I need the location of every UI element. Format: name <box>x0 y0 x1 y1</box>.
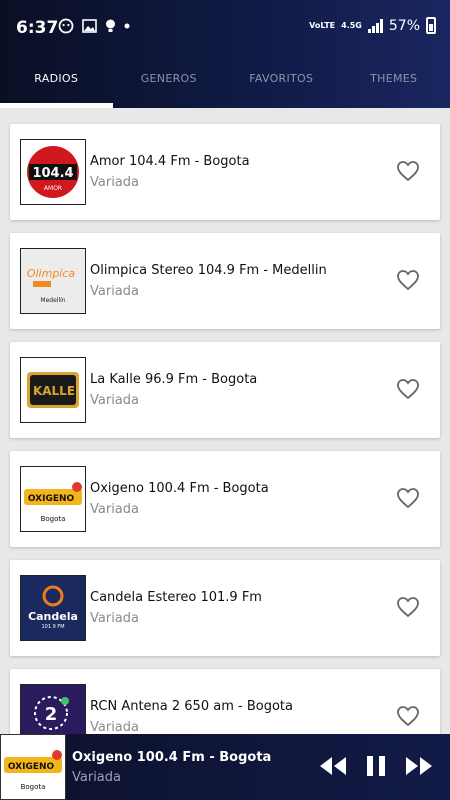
tab-bar: RADIOS GENEROS FAVORITOS THEMES <box>0 62 450 108</box>
now-playing-bar[interactable]: OXIGENO Bogota Oxigeno 100.4 Fm - Bogota… <box>0 734 450 800</box>
face-icon <box>58 18 74 34</box>
fast-forward-icon[interactable] <box>404 754 434 778</box>
station-card[interactable]: OXIGENO Bogota Oxigeno 100.4 Fm - Bogota… <box>10 451 440 547</box>
battery-percent: 57% <box>388 17 420 34</box>
station-card[interactable]: Candela 101.9 FM Candela Estereo 101.9 F… <box>10 560 440 656</box>
tab-themes[interactable]: THEMES <box>338 62 450 108</box>
station-card[interactable]: KALLE La Kalle 96.9 Fm - Bogota Variada <box>10 342 440 438</box>
station-logo-lakalle: KALLE <box>20 357 86 423</box>
logo-subtext: 101.9 FM <box>41 624 64 630</box>
logo-text: 104.4 <box>32 166 73 181</box>
station-logo-amor: 104.4 AMOR <box>20 139 86 205</box>
app-header: 6:37 VoLTE 4.5G 57% RADIOS GENEROS FAVOR… <box>0 0 450 108</box>
logo-text: Olimpica <box>27 267 76 280</box>
station-card[interactable]: Olimpica Medellín Olimpica Stereo 104.9 … <box>10 233 440 329</box>
station-card[interactable]: 104.4 AMOR Amor 104.4 Fm - Bogota Variad… <box>10 124 440 220</box>
now-playing-logo: OXIGENO Bogota <box>0 734 66 800</box>
bulb-icon <box>106 19 115 32</box>
now-playing-subtitle: Variada <box>72 770 121 785</box>
rewind-icon[interactable] <box>318 754 348 778</box>
station-title: Candela Estereo 101.9 Fm <box>90 590 262 605</box>
favorite-heart-icon[interactable] <box>396 160 420 182</box>
logo-text: Candela <box>28 610 78 623</box>
now-playing-title: Oxigeno 100.4 Fm - Bogota <box>72 750 272 765</box>
tab-radios[interactable]: RADIOS <box>0 62 113 108</box>
volte-indicator: VoLTE <box>309 21 336 30</box>
logo-text: OXIGENO <box>8 762 55 772</box>
tab-favoritos[interactable]: FAVORITOS <box>225 62 338 108</box>
station-genre: Variada <box>90 175 139 190</box>
status-time: 6:37 <box>16 18 59 38</box>
status-bar: 6:37 VoLTE 4.5G 57% <box>0 0 450 56</box>
network-speed-indicator: 4.5G <box>341 21 362 30</box>
signal-icon <box>367 18 383 33</box>
logo-subtext: Bogota <box>21 783 46 791</box>
dot-icon <box>124 23 130 29</box>
logo-subtext: Bogota <box>41 515 66 523</box>
station-genre: Variada <box>90 502 139 517</box>
favorite-heart-icon[interactable] <box>396 487 420 509</box>
logo-subtext: AMOR <box>44 185 62 192</box>
station-title: Amor 104.4 Fm - Bogota <box>90 154 250 169</box>
favorite-heart-icon[interactable] <box>396 596 420 618</box>
favorite-heart-icon[interactable] <box>396 705 420 727</box>
favorite-heart-icon[interactable] <box>396 269 420 291</box>
battery-icon <box>426 17 436 34</box>
logo-subtext: Medellín <box>40 297 65 304</box>
station-title: RCN Antena 2 650 am - Bogota <box>90 699 293 714</box>
logo-text: OXIGENO <box>28 494 75 504</box>
image-icon <box>82 19 97 33</box>
favorite-heart-icon[interactable] <box>396 378 420 400</box>
logo-text: 2 <box>45 704 58 725</box>
logo-text: KALLE <box>33 384 75 398</box>
station-genre: Variada <box>90 393 139 408</box>
station-title: La Kalle 96.9 Fm - Bogota <box>90 372 258 387</box>
pause-icon[interactable] <box>364 754 388 778</box>
station-genre: Variada <box>90 611 139 626</box>
station-list: 104.4 AMOR Amor 104.4 Fm - Bogota Variad… <box>10 124 440 778</box>
station-logo-oxigeno: OXIGENO Bogota <box>20 466 86 532</box>
station-genre: Variada <box>90 720 139 735</box>
station-genre: Variada <box>90 284 139 299</box>
tab-generos[interactable]: GENEROS <box>113 62 226 108</box>
station-title: Oxigeno 100.4 Fm - Bogota <box>90 481 269 496</box>
station-logo-olimpica: Olimpica Medellín <box>20 248 86 314</box>
station-logo-candela: Candela 101.9 FM <box>20 575 86 641</box>
station-title: Olimpica Stereo 104.9 Fm - Medellin <box>90 263 327 278</box>
